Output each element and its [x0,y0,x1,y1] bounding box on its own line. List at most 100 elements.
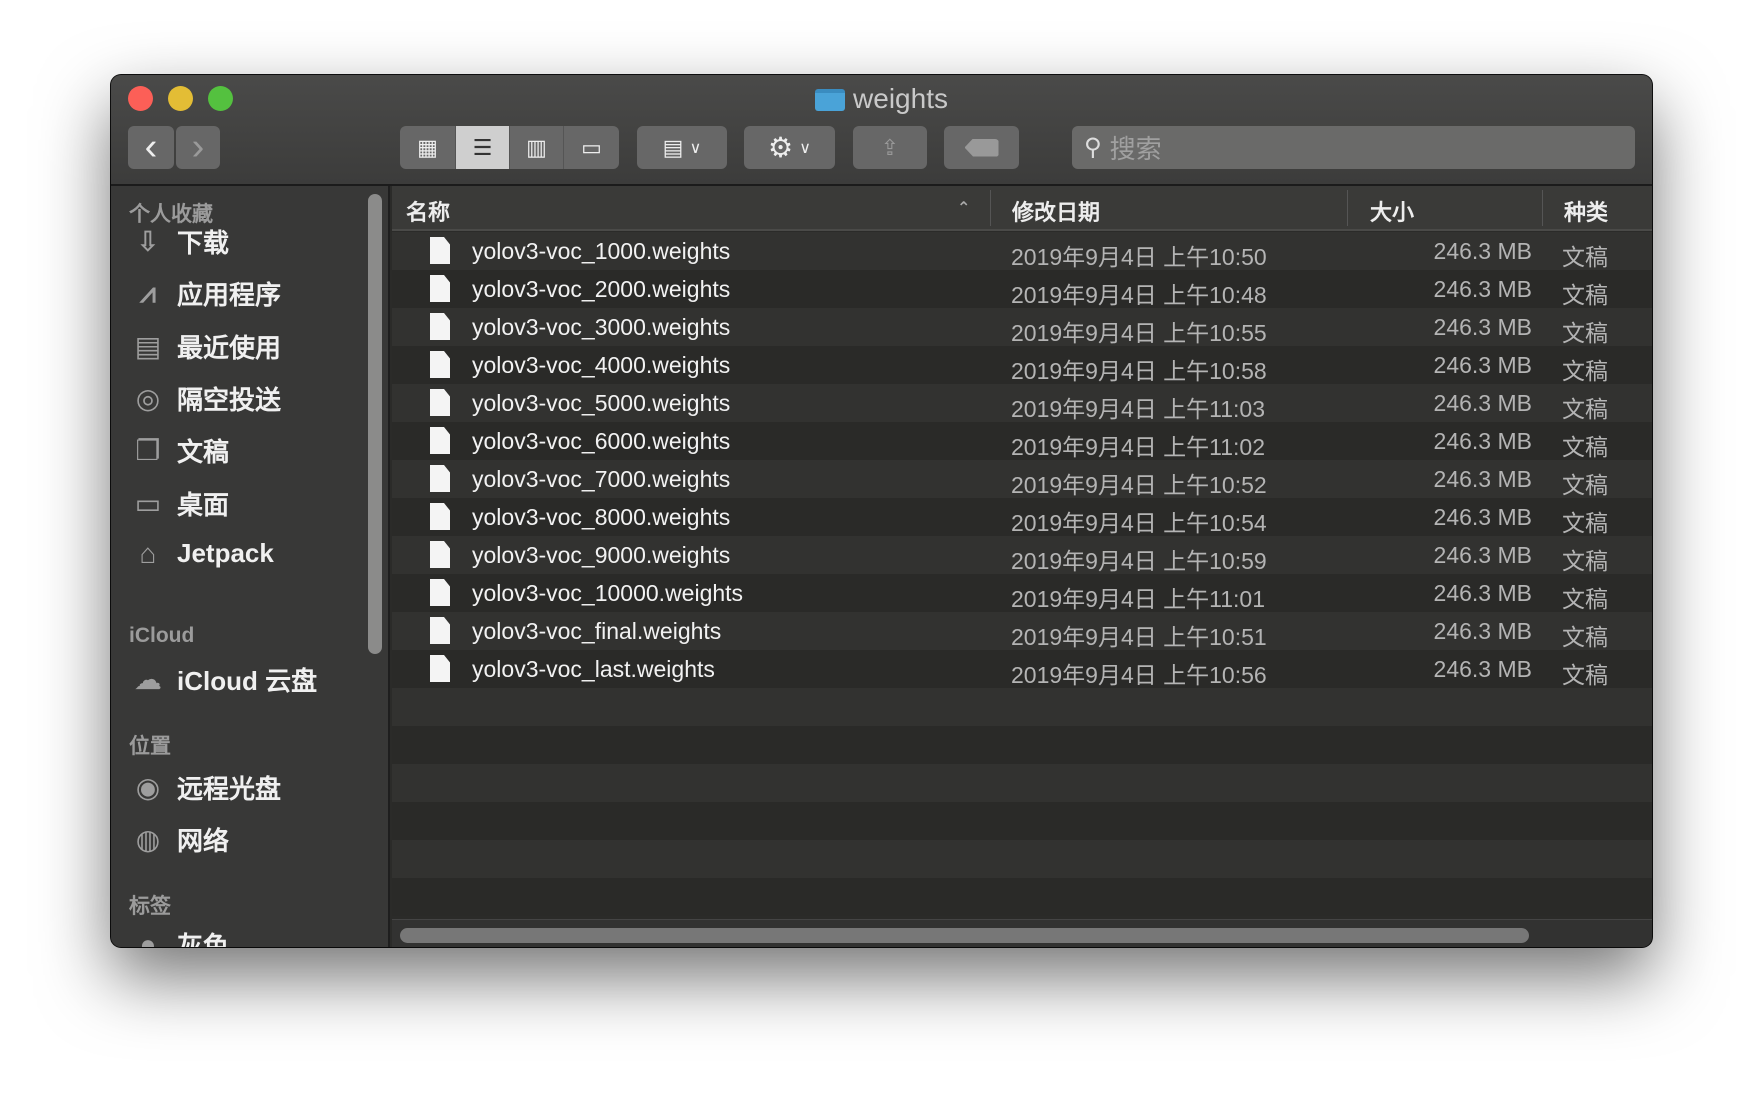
file-date: 2019年9月4日 上午10:52 [1011,472,1267,498]
file-size: 246.3 MB [1433,466,1532,492]
sidebar-item[interactable]: ☁ iCloud 云盘 [131,661,317,698]
icon-view-button[interactable]: ▦ [400,126,456,169]
sidebar-item[interactable]: ❐ 文稿 [131,432,229,469]
file-size: 246.3 MB [1433,314,1532,340]
sidebar-item-label: 灰色 [177,931,230,947]
document-icon [430,579,450,606]
sidebar-item[interactable]: ⌂ Jetpack [131,537,274,571]
arrange-button[interactable]: ▤ ∨ [637,126,727,169]
column-divider[interactable] [1347,190,1348,226]
gallery-view-button[interactable]: ▭ [564,126,619,169]
empty-row [392,840,1652,878]
file-row[interactable]: yolov3-voc_7000.weights 2019年9月4日 上午10:5… [392,460,1652,498]
file-row[interactable]: yolov3-voc_9000.weights 2019年9月4日 上午10:5… [392,536,1652,574]
share-button[interactable]: ⇪ [853,126,927,169]
finder-window: weights ‹ › ▦ ☰ ▥ ▭ ▤ ∨ ⚙ ∨ ⇪ ⚲ 搜索 个人收藏 ⇩… [111,75,1652,947]
window-title: weights [111,83,1652,115]
file-row[interactable]: yolov3-voc_6000.weights 2019年9月4日 上午11:0… [392,422,1652,460]
file-kind: 文稿 [1562,624,1608,650]
documents-icon: ❐ [135,435,161,467]
column-divider[interactable] [1542,190,1543,226]
file-row[interactable]: yolov3-voc_4000.weights 2019年9月4日 上午10:5… [392,346,1652,384]
file-kind: 文稿 [1562,244,1608,270]
sidebar-item[interactable]: ⩘ 应用程序 [131,275,281,312]
column-divider[interactable] [990,190,991,226]
tag-button[interactable] [944,126,1019,169]
sidebar-item-label: 桌面 [177,489,230,520]
file-size: 246.3 MB [1433,618,1532,644]
sidebar-item-label: 下载 [177,228,230,258]
file-name: yolov3-voc_last.weights [472,656,715,682]
home-icon: ⌂ [139,537,157,569]
file-row[interactable]: yolov3-voc_last.weights 2019年9月4日 上午10:5… [392,650,1652,688]
column-kind[interactable]: 种类 [1564,195,1608,227]
column-size[interactable]: 大小 [1370,195,1414,227]
document-icon [430,503,450,530]
gear-icon: ⚙ [768,132,794,163]
empty-row [392,764,1652,802]
back-button[interactable]: ‹ [128,126,174,169]
recents-icon: ▤ [134,330,162,362]
sidebar-item[interactable]: ◎ 隔空投送 [131,380,281,417]
file-size: 246.3 MB [1433,390,1532,416]
group-icon: ▤ [662,134,684,160]
sidebar-item[interactable]: ◍ 网络 [131,821,229,858]
column-header: 名称 ⌃ 修改日期 大小 种类 [392,186,1652,231]
file-row[interactable]: yolov3-voc_10000.weights 2019年9月4日 上午11:… [392,574,1652,612]
chevron-down-icon: ∨ [799,139,811,157]
file-date: 2019年9月4日 上午11:02 [1011,434,1265,460]
window-title-text: weights [853,83,948,114]
file-date: 2019年9月4日 上午10:58 [1011,358,1267,384]
file-row[interactable]: yolov3-voc_3000.weights 2019年9月4日 上午10:5… [392,308,1652,346]
download-icon: ⇩ [136,226,160,257]
document-icon [430,617,450,644]
sidebar-item[interactable]: ● 灰色 [131,926,230,948]
file-kind: 文稿 [1562,548,1608,574]
horizontal-scrollbar[interactable] [392,919,1652,947]
file-name: yolov3-voc_2000.weights [472,276,731,302]
sidebar-item[interactable]: ◉ 远程光盘 [131,769,281,806]
forward-button[interactable]: › [176,126,220,169]
file-size: 246.3 MB [1433,238,1532,264]
list-view-button[interactable]: ☰ [456,126,510,169]
file-row[interactable]: yolov3-voc_final.weights 2019年9月4日 上午10:… [392,612,1652,650]
search-field[interactable]: ⚲ 搜索 [1072,126,1635,169]
column-date[interactable]: 修改日期 [1012,195,1100,227]
folder-icon [815,89,846,111]
chevron-right-icon: › [191,126,205,168]
sidebar-item-label: 网络 [177,826,230,856]
file-name: yolov3-voc_5000.weights [472,390,731,416]
toolbar: weights ‹ › ▦ ☰ ▥ ▭ ▤ ∨ ⚙ ∨ ⇪ ⚲ 搜索 [111,75,1652,186]
scrollbar-thumb[interactable] [400,928,1529,943]
chevron-down-icon: ∨ [689,139,702,157]
column-view-button[interactable]: ▥ [510,126,564,169]
file-date: 2019年9月4日 上午10:51 [1011,624,1267,650]
sidebar-item[interactable]: ⇩ 下载 [131,223,229,260]
action-button[interactable]: ⚙ ∨ [744,126,835,169]
document-icon [430,465,450,492]
file-name: yolov3-voc_7000.weights [472,466,731,492]
file-row[interactable]: yolov3-voc_8000.weights 2019年9月4日 上午10:5… [392,498,1652,536]
document-icon [430,237,450,264]
file-name: yolov3-voc_final.weights [472,618,722,644]
sidebar-scrollbar[interactable] [368,194,382,654]
empty-row [392,878,1652,916]
file-date: 2019年9月4日 上午10:50 [1011,244,1267,270]
file-date: 2019年9月4日 上午10:55 [1011,320,1267,346]
document-icon [430,389,450,416]
sidebar-item-label: iCloud 云盘 [177,666,318,696]
column-name[interactable]: 名称 [406,195,450,227]
file-row[interactable]: yolov3-voc_2000.weights 2019年9月4日 上午10:4… [392,270,1652,308]
sidebar-item[interactable]: ▤ 最近使用 [131,328,281,365]
sidebar-item[interactable]: ▭ 桌面 [131,485,229,522]
file-row[interactable]: yolov3-voc_1000.weights 2019年9月4日 上午10:5… [392,232,1652,270]
gray-tag-icon: ● [139,928,157,948]
file-date: 2019年9月4日 上午11:01 [1011,586,1265,612]
sort-ascending-icon: ⌃ [957,200,971,217]
disc-icon: ◉ [135,772,161,803]
empty-row [392,726,1652,764]
document-icon [430,427,450,454]
file-kind: 文稿 [1562,320,1608,346]
file-row[interactable]: yolov3-voc_5000.weights 2019年9月4日 上午11:0… [392,384,1652,422]
sidebar-item-label: 应用程序 [177,280,282,311]
